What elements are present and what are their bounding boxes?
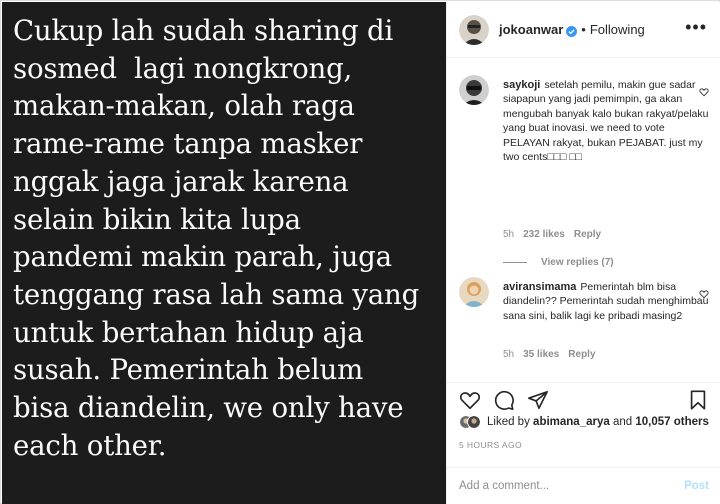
- liker-avatars: [459, 415, 481, 429]
- commenter-avatar[interactable]: [459, 277, 489, 307]
- like-comment-heart-icon[interactable]: [699, 84, 709, 97]
- comment-text: setelah pemilu, makin gue sadar siapapun…: [503, 79, 709, 164]
- comment-reply-button[interactable]: Reply: [568, 349, 595, 360]
- view-replies-label: View replies (7): [541, 257, 614, 268]
- comment-likes[interactable]: 35 likes: [523, 349, 559, 360]
- like-heart-icon[interactable]: [459, 389, 481, 411]
- comment-username[interactable]: saykoji: [503, 79, 540, 91]
- share-paper-plane-icon[interactable]: [527, 389, 549, 411]
- comment-time: 5h: [503, 349, 515, 360]
- comment-body: aviransimama Pemerintah blm bisa diandeli…: [503, 280, 713, 323]
- verified-badge-icon: [566, 24, 578, 37]
- post-comment-button[interactable]: Post: [684, 480, 709, 492]
- post-actions: [447, 382, 720, 442]
- commenter-avatar[interactable]: [459, 75, 489, 105]
- post-header: jokoanwar • Following •••: [447, 2, 720, 58]
- likes-count[interactable]: 10,057 others: [635, 416, 709, 428]
- liked-by-middle: and: [612, 416, 633, 428]
- liker-avatar[interactable]: [467, 415, 481, 429]
- more-options-icon[interactable]: •••: [685, 17, 707, 38]
- comment-username[interactable]: aviransimama: [503, 281, 576, 293]
- view-replies-line: [503, 261, 527, 263]
- instagram-post-window: Cukup lah sudah sharing di sosmed lagi n…: [0, 0, 720, 504]
- comment-body: saykoji setelah pemilu, makin gue sadar s…: [503, 78, 713, 164]
- post-image[interactable]: Cukup lah sudah sharing di sosmed lagi n…: [2, 2, 446, 504]
- comment-reply-button[interactable]: Reply: [574, 229, 601, 240]
- liked-by-prefix: Liked by: [487, 416, 530, 428]
- liked-by: Liked by abimana_arya and 10,057 others: [459, 415, 709, 429]
- comment-likes[interactable]: 232 likes: [523, 229, 565, 240]
- author-avatar[interactable]: [459, 14, 489, 45]
- following-button[interactable]: Following: [590, 22, 645, 37]
- save-bookmark-icon[interactable]: [687, 389, 709, 411]
- comment-meta: 5h 35 likes Reply: [503, 349, 605, 360]
- view-replies-button[interactable]: View replies (7): [503, 257, 614, 268]
- comment-time: 5h: [503, 229, 515, 240]
- post-timestamp[interactable]: 5 HOURS AGO: [459, 440, 522, 450]
- comment-input[interactable]: [459, 480, 685, 492]
- author-username[interactable]: jokoanwar: [499, 22, 563, 37]
- comments-list[interactable]: saykoji setelah pemilu, makin gue sadar s…: [447, 59, 720, 382]
- add-comment-bar: Post: [447, 467, 720, 504]
- like-comment-heart-icon[interactable]: [699, 286, 709, 299]
- comment-meta: 5h 232 likes Reply: [503, 229, 610, 240]
- comment-bubble-icon[interactable]: [493, 389, 515, 411]
- post-sidebar: jokoanwar • Following ••• saykoji setela…: [446, 2, 720, 504]
- post-image-text: Cukup lah sudah sharing di sosmed lagi n…: [13, 14, 420, 462]
- header-separator: •: [581, 22, 586, 37]
- liked-by-user[interactable]: abimana_arya: [533, 416, 610, 428]
